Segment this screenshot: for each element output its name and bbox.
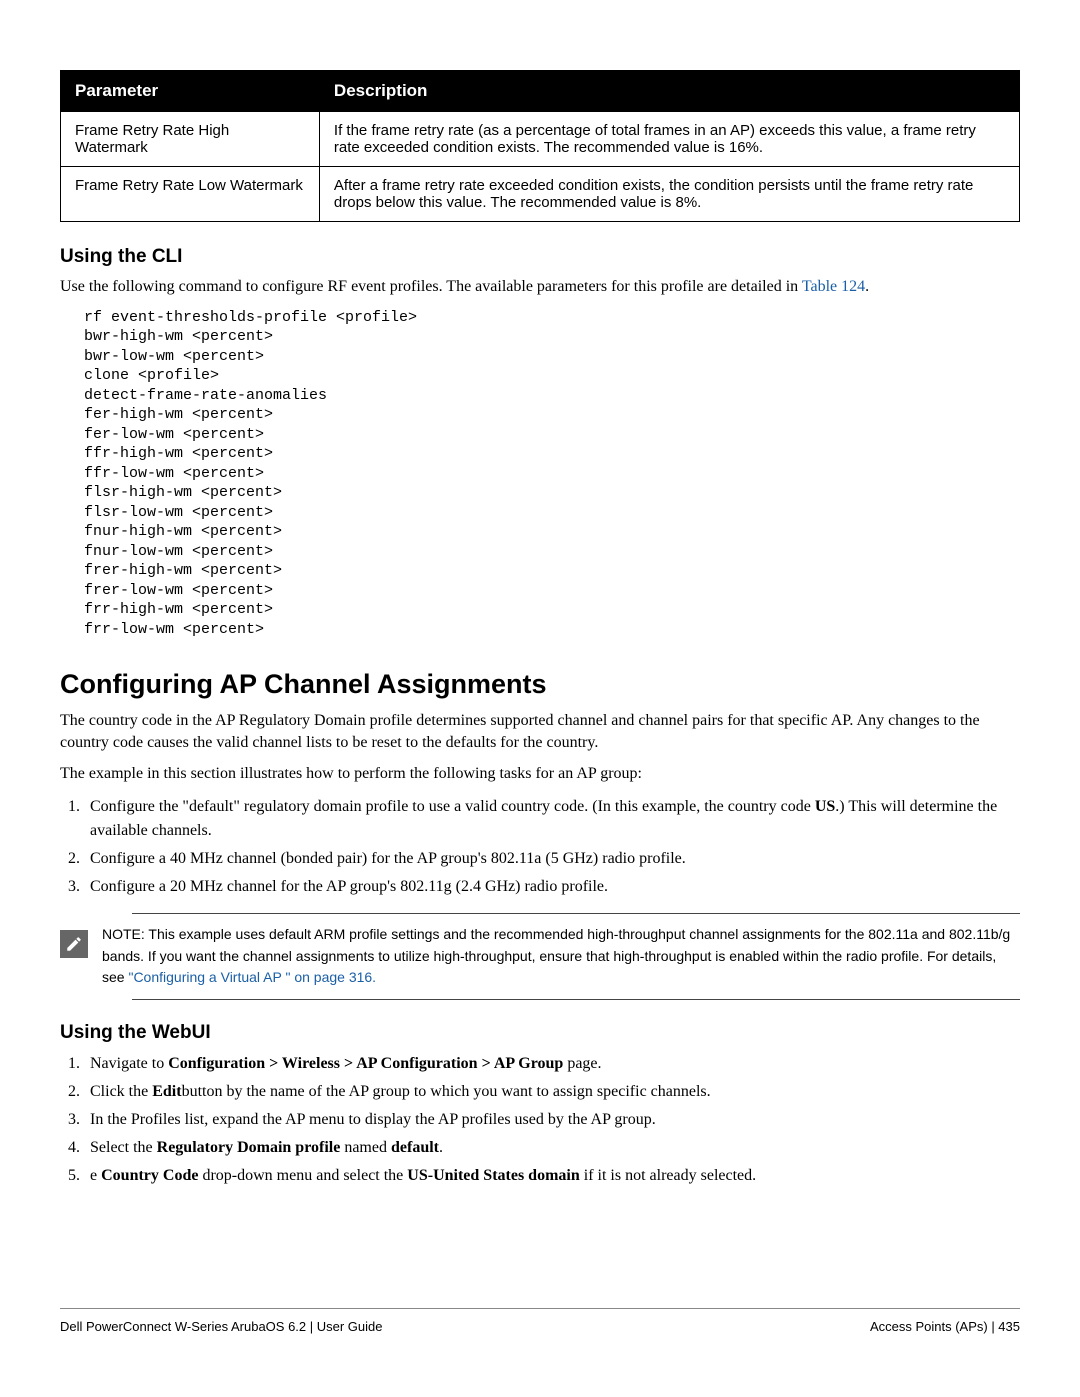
- parameter-table: Parameter Description Frame Retry Rate H…: [60, 70, 1020, 222]
- footer-right: Access Points (APs) | 435: [870, 1319, 1020, 1334]
- step-text: page.: [563, 1055, 601, 1072]
- section-paragraph-2: The example in this section illustrates …: [60, 763, 1020, 785]
- note-box: NOTE: This example uses default ARM prof…: [132, 913, 1020, 1000]
- step-text: e: [90, 1167, 101, 1184]
- step-bold: US: [815, 798, 835, 815]
- webui-steps: Navigate to Configuration > Wireless > A…: [60, 1052, 1020, 1188]
- section-heading: Configuring AP Channel Assignments: [60, 669, 1020, 700]
- step-text: Navigate to: [90, 1055, 168, 1072]
- subheading-using-cli: Using the CLI: [60, 246, 1020, 268]
- note-link[interactable]: "Configuring a Virtual AP " on page 316.: [128, 969, 376, 985]
- page-footer: Dell PowerConnect W-Series ArubaOS 6.2 |…: [60, 1308, 1020, 1334]
- cli-intro-text: Use the following command to configure R…: [60, 278, 802, 295]
- task-list: Configure the "default" regulatory domai…: [60, 795, 1020, 899]
- cli-intro-paragraph: Use the following command to configure R…: [60, 276, 1020, 298]
- cell-desc: If the frame retry rate (as a percentage…: [319, 112, 1019, 167]
- list-item: e Country Code drop-down menu and select…: [84, 1164, 1020, 1188]
- header-description: Description: [319, 71, 1019, 112]
- cli-code-block: rf event-thresholds-profile <profile> bw…: [84, 308, 1020, 640]
- step-bold: US-United States domain: [407, 1167, 579, 1184]
- table-header-row: Parameter Description: [61, 71, 1020, 112]
- list-item: Configure a 40 MHz channel (bonded pair)…: [84, 847, 1020, 871]
- step-text: named: [340, 1139, 391, 1156]
- step-bold: Country Code: [101, 1167, 198, 1184]
- cli-intro-post: .: [865, 278, 869, 295]
- step-text: drop-down menu and select the: [198, 1167, 407, 1184]
- subheading-using-webui: Using the WebUI: [60, 1022, 1020, 1044]
- list-item: Navigate to Configuration > Wireless > A…: [84, 1052, 1020, 1076]
- header-parameter: Parameter: [61, 71, 320, 112]
- note-text: NOTE: This example uses default ARM prof…: [102, 924, 1020, 989]
- table-row: Frame Retry Rate High Watermark If the f…: [61, 112, 1020, 167]
- list-item: Select the Regulatory Domain profile nam…: [84, 1136, 1020, 1160]
- step-bold: Regulatory Domain profile: [157, 1139, 341, 1156]
- cell-desc: After a frame retry rate exceeded condit…: [319, 167, 1019, 222]
- step-text: Select the: [90, 1139, 157, 1156]
- section-paragraph-1: The country code in the AP Regulatory Do…: [60, 710, 1020, 753]
- list-item: Configure a 20 MHz channel for the AP gr…: [84, 875, 1020, 899]
- table-row: Frame Retry Rate Low Watermark After a f…: [61, 167, 1020, 222]
- table-link[interactable]: Table 124: [802, 278, 865, 295]
- list-item: In the Profiles list, expand the AP menu…: [84, 1108, 1020, 1132]
- step-text: Click the: [90, 1083, 152, 1100]
- list-item: Click the Editbutton by the name of the …: [84, 1080, 1020, 1104]
- step-text: .: [439, 1139, 443, 1156]
- footer-left: Dell PowerConnect W-Series ArubaOS 6.2 |…: [60, 1319, 383, 1334]
- step-bold: default: [391, 1139, 439, 1156]
- list-item: Configure the "default" regulatory domai…: [84, 795, 1020, 843]
- step-text: button by the name of the AP group to wh…: [182, 1083, 711, 1100]
- step-text: Configure the "default" regulatory domai…: [90, 798, 815, 815]
- cell-param: Frame Retry Rate Low Watermark: [61, 167, 320, 222]
- pencil-icon: [60, 930, 88, 958]
- step-text: if it is not already selected.: [580, 1167, 756, 1184]
- step-bold: Edit: [152, 1083, 181, 1100]
- step-bold: Configuration > Wireless > AP Configurat…: [168, 1055, 563, 1072]
- cell-param: Frame Retry Rate High Watermark: [61, 112, 320, 167]
